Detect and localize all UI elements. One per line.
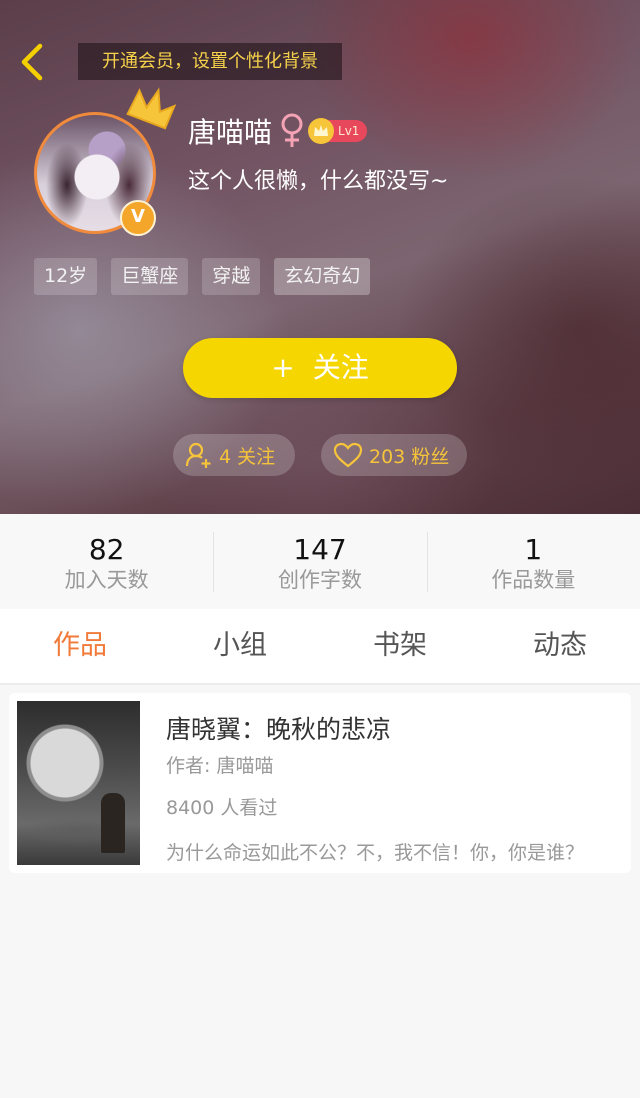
username: 唐喵喵 [188, 116, 273, 149]
stat-value: 1 [524, 533, 543, 566]
level-text: Lv1 [338, 124, 360, 138]
tab-bookshelf[interactable]: 书架 [320, 609, 480, 683]
tag-genre-2: 玄幻奇幻 [274, 258, 371, 295]
tag-zodiac: 巨蟹座 [111, 258, 189, 295]
follow-button[interactable]: + 关注 [183, 338, 457, 398]
stat-word-count: 147 创作字数 [213, 514, 426, 609]
following-count-button[interactable]: 4 关注 [173, 434, 295, 476]
bio-text: 这个人很懒，什么都没写~ [188, 169, 449, 194]
vip-background-banner[interactable]: 开通会员，设置个性化背景 [78, 43, 342, 80]
tag-genre-1: 穿越 [202, 258, 261, 295]
tab-activity[interactable]: 动态 [480, 609, 640, 683]
crown-icon [126, 87, 176, 130]
plus-icon: + [271, 351, 295, 384]
stat-value: 147 [293, 533, 347, 566]
stat-days-joined: 82 加入天数 [0, 514, 213, 609]
stat-works-count: 1 作品数量 [426, 514, 640, 609]
female-icon [281, 113, 303, 147]
heart-icon [333, 442, 363, 468]
fans-count-button[interactable]: 203 粉丝 [321, 434, 467, 476]
user-add-icon [185, 442, 211, 468]
level-badge: Lv1 [308, 118, 368, 144]
stat-label: 作品数量 [491, 568, 576, 592]
follow-label: 关注 [312, 351, 369, 384]
tab-works[interactable]: 作品 [0, 609, 160, 683]
tag-age: 12岁 [34, 258, 98, 295]
cover-figure [101, 793, 125, 853]
work-card[interactable]: 唐晓翼：晚秋的悲凉 作者: 唐喵喵 8400 人看过 为什么命运如此不公？不，我… [9, 693, 631, 873]
stats-bar: 82 加入天数 147 创作字数 1 作品数量 [0, 514, 640, 609]
tab-groups[interactable]: 小组 [160, 609, 320, 683]
stat-label: 创作字数 [277, 568, 362, 592]
work-title: 唐晓翼：晚秋的悲凉 [166, 715, 392, 744]
back-arrow-icon [21, 43, 43, 81]
profile-header: 开通会员，设置个性化背景 V 唐喵喵 Lv1 这个人很懒，什么都没写~ 12岁 … [0, 0, 640, 514]
fans-count: 203 粉丝 [369, 445, 450, 468]
tab-bar: 作品 小组 书架 动态 [0, 609, 640, 685]
work-summary: 为什么命运如此不公？不，我不信！你，你是谁？ [166, 842, 585, 864]
work-author: 作者: 唐喵喵 [166, 755, 274, 777]
stat-label: 加入天数 [64, 568, 149, 592]
work-cover-image [17, 701, 140, 865]
stat-value: 82 [88, 533, 125, 566]
following-count: 4 关注 [219, 445, 276, 468]
name-row: 唐喵喵 Lv1 [188, 109, 368, 153]
vip-v-icon: V [120, 200, 156, 236]
back-button[interactable] [14, 40, 54, 84]
work-views: 8400 人看过 [166, 797, 278, 819]
level-crown-icon [308, 118, 335, 144]
tag-list: 12岁 巨蟹座 穿越 玄幻奇幻 [34, 258, 371, 295]
